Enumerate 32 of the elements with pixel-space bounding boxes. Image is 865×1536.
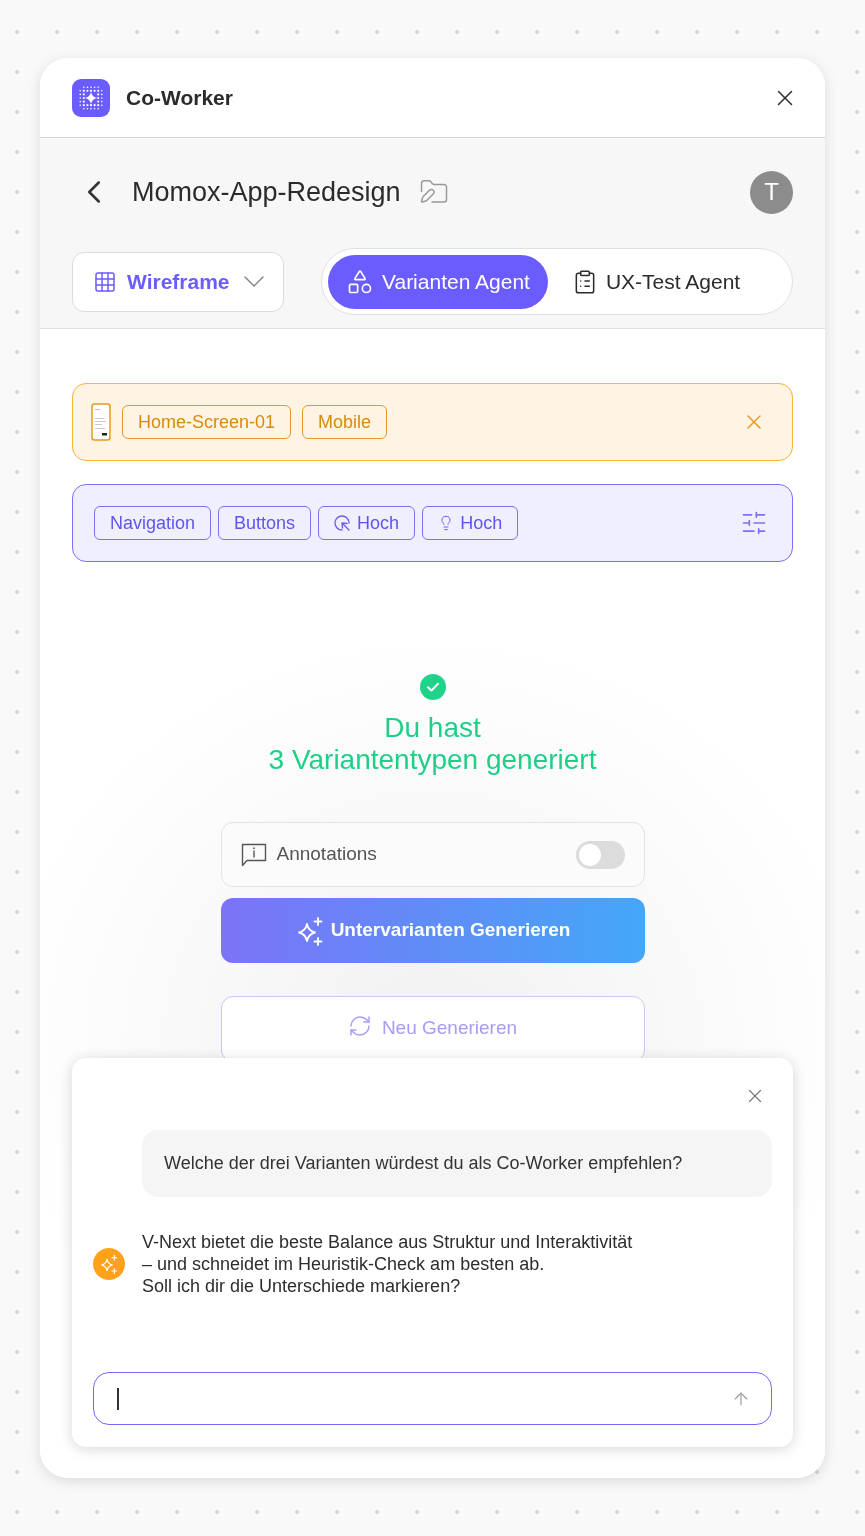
filter-tag[interactable]: Buttons <box>218 506 312 540</box>
agent-tab[interactable]: UX-Test Agent <box>555 254 757 309</box>
generate-subvariants-button[interactable]: Untervarianten Generieren <box>220 898 645 963</box>
text-caret <box>117 1387 119 1410</box>
view-dropdown[interactable]: Wireframe <box>72 251 284 312</box>
assistant-message: V-Next bietet die beste Balance aus Struktur und Interaktivität – und schneidet im Heuristik-Check am besten ab. Soll ich dir die Unterschiede markieren? <box>142 1231 633 1297</box>
user-message-bubble: Welche der drei Varianten würdest du als Co-Worker empfehlen? <box>142 1130 772 1197</box>
shapes-icon <box>346 267 374 296</box>
project-title: Momox-App-Redesign <box>132 175 401 209</box>
check-circle-icon <box>419 674 446 700</box>
logo-icon <box>72 78 110 117</box>
screen-tag: Mobile <box>302 405 388 439</box>
cursor-circle-icon <box>334 514 352 532</box>
grid-icon <box>93 269 117 294</box>
annotations-label: Annotations <box>276 842 377 867</box>
phone-thumbnail-icon <box>91 403 111 441</box>
filter-tag[interactable]: Hoch <box>422 506 519 540</box>
message-input-field[interactable] <box>93 1372 772 1425</box>
filter-tag[interactable]: Hoch <box>318 506 416 540</box>
panel-title: Co-Worker <box>126 84 233 111</box>
info-comment-icon <box>240 842 267 867</box>
toggle-switch[interactable] <box>575 840 625 869</box>
screen-tag: Home-Screen-01 <box>122 405 292 439</box>
filter-tag[interactable]: Navigation <box>94 506 212 540</box>
chevron-down-icon <box>243 276 264 287</box>
user-avatar[interactable]: T <box>750 170 793 214</box>
success-heading: Du hast 3 Variantentypen generiert <box>268 712 597 776</box>
sliders-icon <box>740 509 768 537</box>
agent-tab[interactable]: Varianten Agent <box>328 254 548 309</box>
assistant-avatar-icon <box>93 1248 125 1280</box>
filter-settings-button[interactable] <box>740 509 768 537</box>
refresh-icon <box>347 1014 372 1038</box>
